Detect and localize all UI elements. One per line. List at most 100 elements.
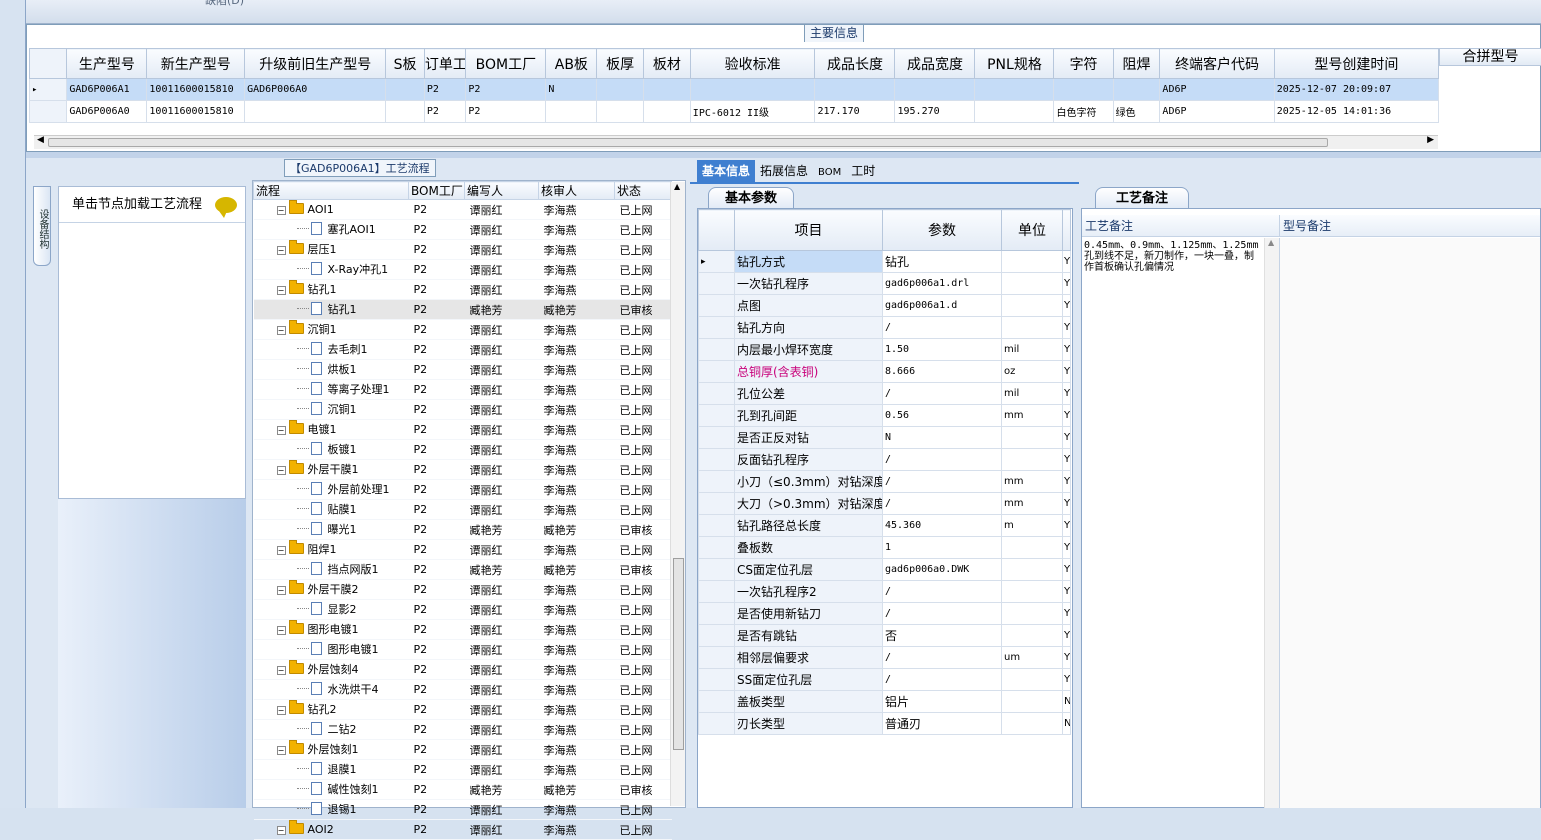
tree-cell-status[interactable]: 已上网 bbox=[614, 619, 672, 640]
tree-cell-factory[interactable]: P2 bbox=[408, 319, 465, 340]
scroll-thumb[interactable] bbox=[48, 138, 1328, 147]
tree-cell-status[interactable]: 已上网 bbox=[614, 399, 672, 420]
table-cell[interactable]: 10011600015810 bbox=[146, 78, 246, 101]
tree-cell-factory[interactable]: P2 bbox=[408, 459, 465, 480]
tree-cell-factory[interactable]: P2 bbox=[408, 799, 465, 820]
tree-cell-reviewer[interactable]: 李海燕 bbox=[538, 199, 615, 220]
param-row[interactable]: 点图 gad6p006a1.d Y bbox=[698, 294, 1071, 317]
tab-3[interactable]: 工时 bbox=[846, 160, 880, 182]
tree-cell-writer[interactable]: 臧艳芳 bbox=[464, 519, 539, 540]
table-cell[interactable]: 2025-12-07 20:09:07 bbox=[1273, 78, 1440, 101]
param-unit[interactable]: mil bbox=[1001, 338, 1063, 361]
tree-cell-writer[interactable]: 谭丽红 bbox=[464, 379, 539, 400]
main-col-header[interactable]: 阻焊 bbox=[1112, 48, 1161, 79]
tree-row[interactable]: − 钻孔1 P2 谭丽红 李海燕 已上网 bbox=[253, 279, 672, 300]
table-cell[interactable] bbox=[689, 78, 816, 101]
main-col-header[interactable]: S板 bbox=[385, 48, 425, 79]
menu-partial[interactable]: 缺陷(D) bbox=[205, 0, 244, 8]
param-flag[interactable]: Y bbox=[1062, 470, 1071, 493]
param-flag[interactable]: Y bbox=[1062, 448, 1071, 471]
param-flag[interactable]: Y bbox=[1062, 294, 1071, 317]
tree-node-cell[interactable]: 挡点网版1 bbox=[253, 559, 409, 580]
row-selector[interactable] bbox=[698, 580, 735, 603]
param-item[interactable]: 内层最小焊环宽度 bbox=[734, 338, 883, 361]
tree-cell-writer[interactable]: 谭丽红 bbox=[464, 399, 539, 420]
param-row[interactable]: 叠板数 1 Y bbox=[698, 536, 1071, 559]
tree-cell-reviewer[interactable]: 李海燕 bbox=[538, 539, 615, 560]
tree-col-header[interactable]: BOM工厂 bbox=[408, 181, 465, 200]
param-value[interactable]: / bbox=[882, 646, 1002, 669]
tree-row[interactable]: 去毛刺1 P2 谭丽红 李海燕 已上网 bbox=[253, 339, 672, 360]
scroll-right-arrow-icon[interactable]: ▶ bbox=[1427, 135, 1434, 145]
main-col-header[interactable]: 板厚 bbox=[596, 48, 645, 79]
param-flag[interactable]: Y bbox=[1062, 360, 1071, 383]
param-value[interactable]: 1.50 bbox=[882, 338, 1002, 361]
main-col-header[interactable]: 成品宽度 bbox=[894, 48, 976, 79]
row-selector[interactable] bbox=[698, 668, 735, 691]
tree-cell-factory[interactable]: P2 bbox=[408, 519, 465, 540]
tree-row[interactable]: 等离子处理1 P2 谭丽红 李海燕 已上网 bbox=[253, 379, 672, 400]
tree-cell-factory[interactable]: P2 bbox=[408, 779, 465, 800]
row-selector[interactable] bbox=[698, 712, 735, 735]
tree-row[interactable]: 贴膜1 P2 谭丽红 李海燕 已上网 bbox=[253, 499, 672, 520]
param-unit[interactable] bbox=[1001, 602, 1063, 625]
tree-node-cell[interactable]: 图形电镀1 bbox=[253, 639, 409, 660]
tree-node-cell[interactable]: − 外层蚀刻1 bbox=[253, 739, 409, 760]
collapse-icon[interactable]: − bbox=[276, 326, 286, 335]
tree-cell-factory[interactable]: P2 bbox=[408, 439, 465, 460]
row-selector[interactable] bbox=[698, 382, 735, 405]
param-unit[interactable] bbox=[1001, 668, 1063, 691]
main-col-header[interactable]: PNL规格 bbox=[974, 48, 1055, 79]
table-cell[interactable]: AD6P bbox=[1159, 100, 1275, 123]
table-cell[interactable] bbox=[385, 100, 425, 123]
row-selector[interactable] bbox=[698, 404, 735, 427]
tree-node-cell[interactable]: 退膜1 bbox=[253, 759, 409, 780]
param-unit[interactable]: mm bbox=[1001, 470, 1063, 493]
table-cell[interactable] bbox=[596, 100, 645, 123]
tree-cell-reviewer[interactable]: 李海燕 bbox=[538, 639, 615, 660]
table-cell[interactable] bbox=[894, 78, 976, 101]
param-unit[interactable] bbox=[1001, 580, 1063, 603]
tree-node-cell[interactable]: 烘板1 bbox=[253, 359, 409, 380]
tree-cell-factory[interactable]: P2 bbox=[408, 219, 465, 240]
param-item[interactable]: 反面钻孔程序 bbox=[734, 448, 883, 471]
param-row[interactable]: 相邻层偏要求 / um Y bbox=[698, 646, 1071, 669]
tree-node-cell[interactable]: − AOI1 bbox=[253, 199, 409, 220]
tree-node-cell[interactable]: − 层压1 bbox=[253, 239, 409, 260]
tree-cell-reviewer[interactable]: 李海燕 bbox=[538, 279, 615, 300]
tree-cell-reviewer[interactable]: 李海燕 bbox=[538, 459, 615, 480]
tree-cell-factory[interactable]: P2 bbox=[408, 679, 465, 700]
tree-cell-factory[interactable]: P2 bbox=[408, 739, 465, 760]
param-value[interactable]: 钻孔 bbox=[882, 250, 1002, 273]
param-item[interactable]: 小刀（≤0.3mm）对钻深度 bbox=[734, 470, 883, 493]
tree-cell-factory[interactable]: P2 bbox=[408, 419, 465, 440]
param-unit[interactable] bbox=[1001, 294, 1063, 317]
main-col-header[interactable]: BOM工厂 bbox=[465, 48, 547, 79]
tree-row[interactable]: 退膜1 P2 谭丽红 李海燕 已上网 bbox=[253, 759, 672, 780]
param-value[interactable]: 8.666 bbox=[882, 360, 1002, 383]
tree-row[interactable]: 二钻2 P2 谭丽红 李海燕 已上网 bbox=[253, 719, 672, 740]
tree-col-header[interactable]: 核审人 bbox=[538, 181, 615, 200]
tree-cell-status[interactable]: 已上网 bbox=[614, 439, 672, 460]
param-row[interactable]: ▸ 钻孔方式 钻孔 Y bbox=[698, 250, 1071, 273]
tree-cell-factory[interactable]: P2 bbox=[408, 819, 465, 840]
chat-bubble-icon[interactable] bbox=[215, 197, 237, 218]
params-col-header[interactable]: 参数 bbox=[882, 209, 1002, 251]
row-selector[interactable] bbox=[698, 272, 735, 295]
tree-cell-status[interactable]: 已上网 bbox=[614, 199, 672, 220]
tree-node-cell[interactable]: 板镀1 bbox=[253, 439, 409, 460]
collapse-icon[interactable]: − bbox=[276, 666, 286, 675]
tree-row[interactable]: − 沉铜1 P2 谭丽红 李海燕 已上网 bbox=[253, 319, 672, 340]
param-item[interactable]: 叠板数 bbox=[734, 536, 883, 559]
table-cell[interactable] bbox=[1053, 78, 1114, 101]
param-flag[interactable]: Y bbox=[1062, 382, 1071, 405]
tree-node-cell[interactable]: − AOI2 bbox=[253, 819, 409, 840]
param-flag[interactable]: Y bbox=[1062, 426, 1071, 449]
tree-row[interactable]: X-Ray冲孔1 P2 谭丽红 李海燕 已上网 bbox=[253, 259, 672, 280]
tree-cell-reviewer[interactable]: 李海燕 bbox=[538, 619, 615, 640]
tree-cell-status[interactable]: 已上网 bbox=[614, 219, 672, 240]
tree-node-cell[interactable]: 贴膜1 bbox=[253, 499, 409, 520]
table-cell[interactable]: N bbox=[545, 78, 598, 101]
tree-col-header[interactable]: 流程 bbox=[253, 181, 409, 200]
param-item[interactable]: 一次钻孔程序2 bbox=[734, 580, 883, 603]
